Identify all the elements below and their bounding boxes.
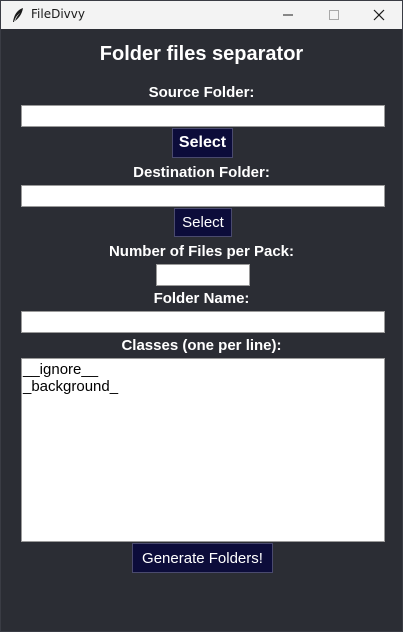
maximize-button[interactable]: [311, 1, 357, 29]
minimize-button[interactable]: [265, 1, 311, 29]
files-per-pack-label: Number of Files per Pack:: [108, 243, 295, 260]
page-title: Folder files separator: [99, 43, 304, 65]
classes-label: Classes (one per line):: [121, 337, 282, 354]
source-folder-input[interactable]: [21, 105, 385, 127]
destination-folder-label: Destination Folder:: [133, 164, 270, 181]
title-bar: FileDivvy: [1, 1, 402, 29]
feather-icon: [13, 8, 23, 22]
close-icon: [373, 9, 385, 21]
window-title: FileDivvy: [31, 7, 85, 21]
close-button[interactable]: [356, 1, 402, 29]
destination-folder-input[interactable]: [21, 185, 385, 207]
destination-select-button[interactable]: Select: [174, 208, 232, 237]
generate-folders-button[interactable]: Generate Folders!: [132, 543, 273, 573]
folder-name-label: Folder Name:: [153, 290, 250, 307]
source-select-button[interactable]: Select: [172, 128, 233, 158]
source-folder-label: Source Folder:: [148, 84, 255, 101]
minimize-icon: [283, 14, 293, 16]
files-per-pack-input[interactable]: [156, 264, 250, 286]
maximize-icon: [329, 10, 339, 20]
classes-textarea[interactable]: __ignore__ _background_: [21, 358, 385, 542]
folder-name-input[interactable]: [21, 311, 385, 333]
app-window: FileDivvy Folder files separator Source …: [0, 0, 403, 632]
